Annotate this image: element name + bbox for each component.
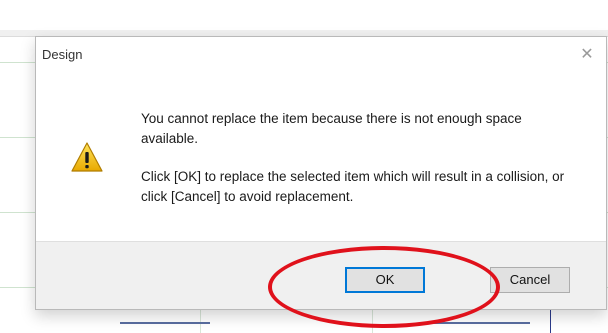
close-icon[interactable]: ✕ — [576, 44, 598, 66]
warning-icon — [71, 142, 103, 172]
dialog-content: You cannot replace the item because ther… — [36, 73, 606, 241]
design-element-line — [430, 322, 530, 324]
highlight-circle-annotation — [268, 246, 500, 328]
design-element-line — [120, 322, 210, 324]
cancel-button[interactable]: Cancel — [490, 267, 570, 293]
dialog-message-instructions: Click [OK] to replace the selected item … — [141, 169, 565, 204]
app-top-area — [0, 0, 608, 32]
dialog-message: You cannot replace the item because ther… — [141, 111, 522, 146]
dialog-title: Design — [42, 47, 83, 62]
design-element-line — [550, 307, 551, 333]
dialog-titlebar: Design ✕ — [36, 37, 606, 73]
